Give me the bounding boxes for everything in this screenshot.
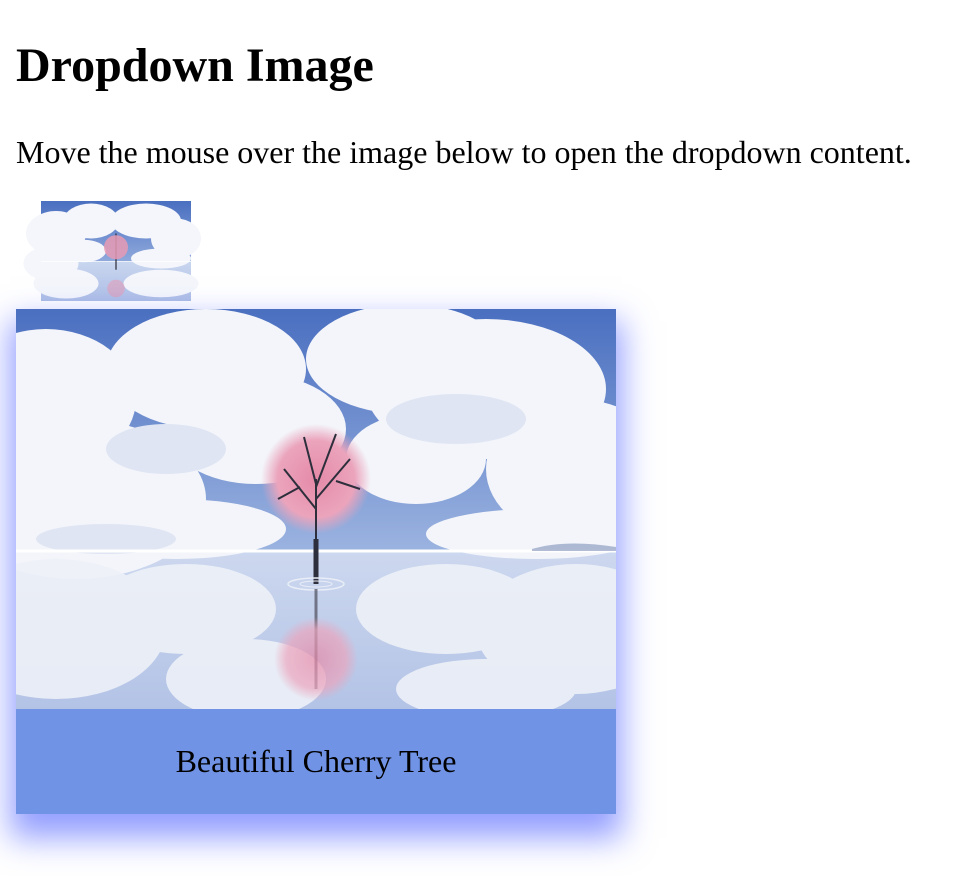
page-title: Dropdown Image: [16, 39, 374, 92]
instructions-text: Move the mouse over the image below to o…: [16, 134, 912, 170]
image-caption: Beautiful Cherry Tree: [16, 709, 616, 814]
dropdown-content: Beautiful Cherry Tree: [16, 309, 616, 814]
cherry-tree-illustration: [16, 309, 616, 709]
cherry-tree-large-image: [16, 309, 616, 709]
dropdown-trigger-thumbnail[interactable]: [16, 201, 216, 301]
cherry-tree-thumbnail-image: [23, 201, 201, 301]
